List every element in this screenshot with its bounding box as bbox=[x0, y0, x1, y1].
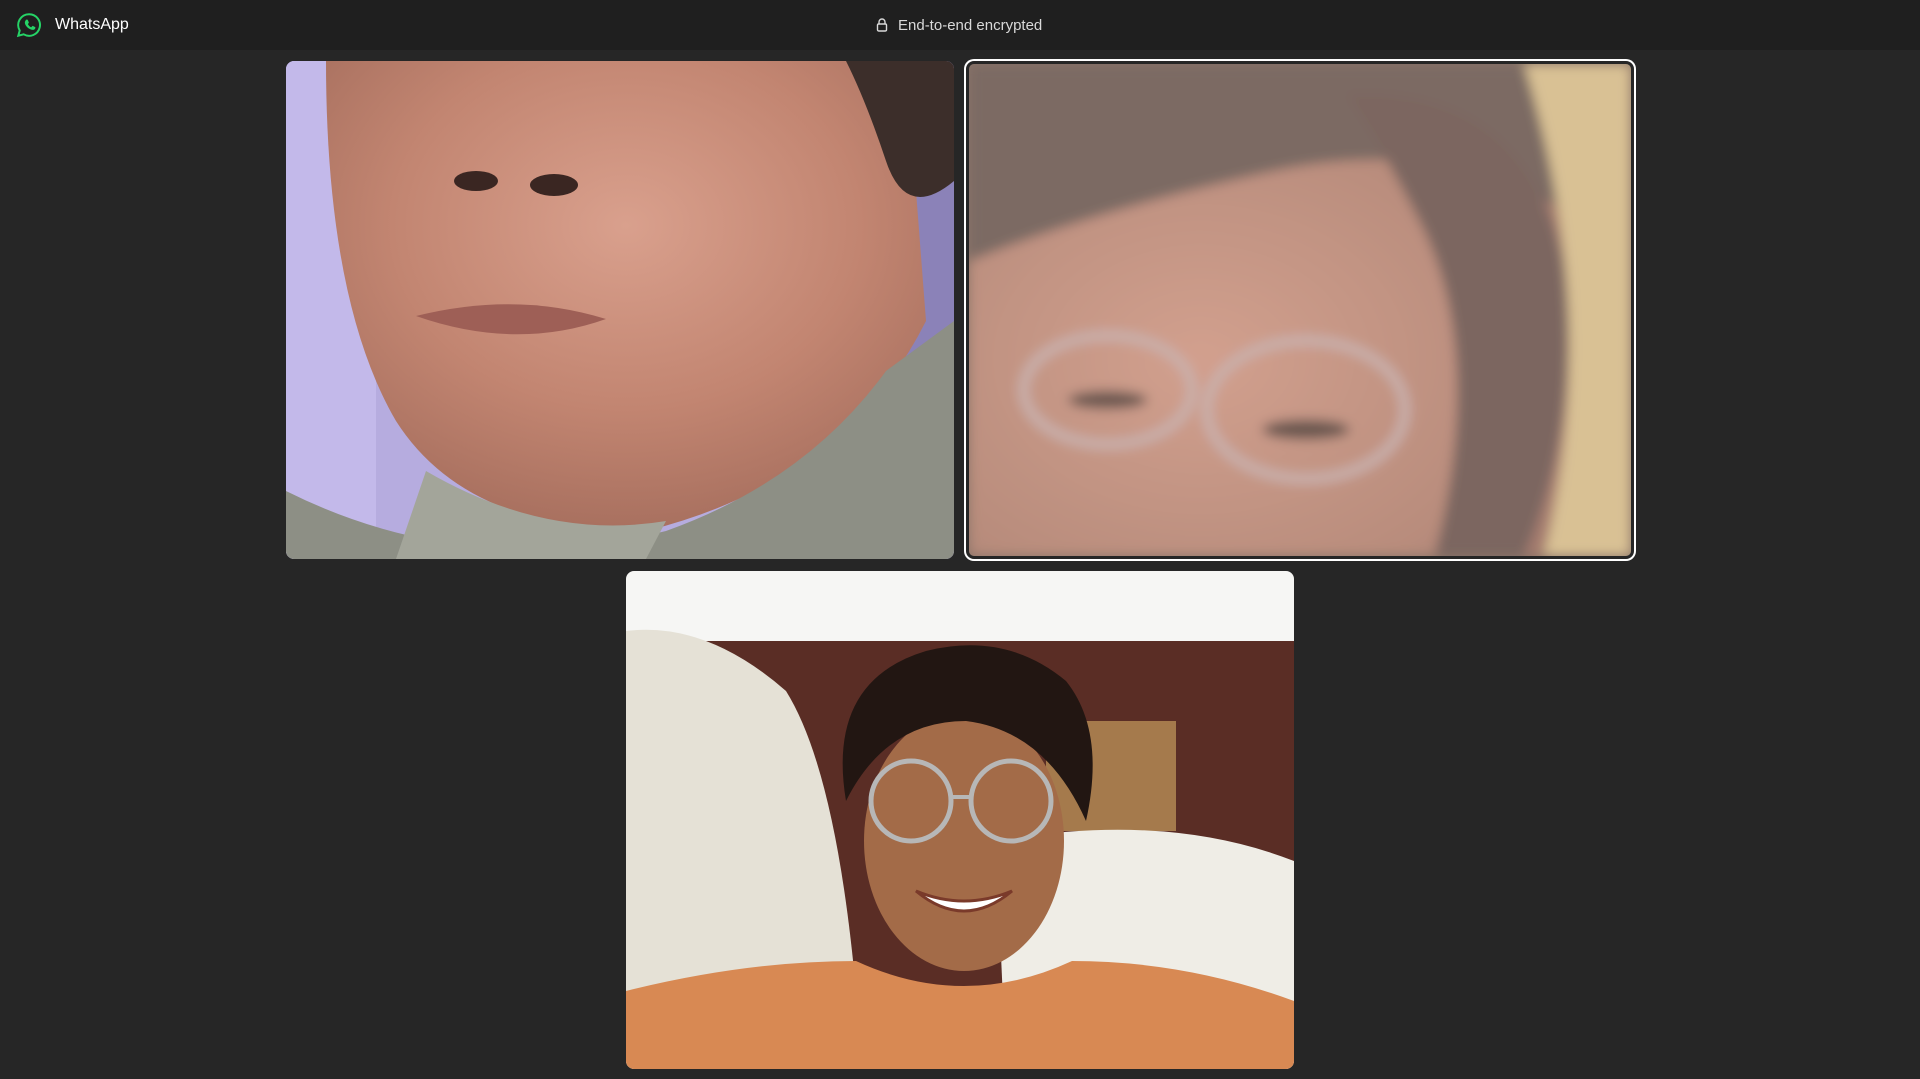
self-video-frame bbox=[626, 571, 1294, 1069]
call-stage bbox=[0, 50, 1920, 1079]
participant-video-2-frame bbox=[969, 64, 1631, 556]
encryption-status: End-to-end encrypted bbox=[876, 14, 1042, 36]
self-video[interactable] bbox=[626, 571, 1294, 1069]
participant-video-1[interactable] bbox=[286, 61, 954, 559]
participant-video-1-frame bbox=[286, 61, 954, 559]
encryption-label: End-to-end encrypted bbox=[898, 16, 1043, 34]
app-brand: WhatsApp bbox=[16, 12, 129, 38]
whatsapp-logo-icon bbox=[16, 13, 41, 38]
lock-icon bbox=[876, 18, 888, 32]
app-name: WhatsApp bbox=[55, 16, 129, 33]
participant-video-2[interactable] bbox=[966, 61, 1634, 559]
title-bar: WhatsApp End-to-end encrypted bbox=[0, 0, 1920, 50]
